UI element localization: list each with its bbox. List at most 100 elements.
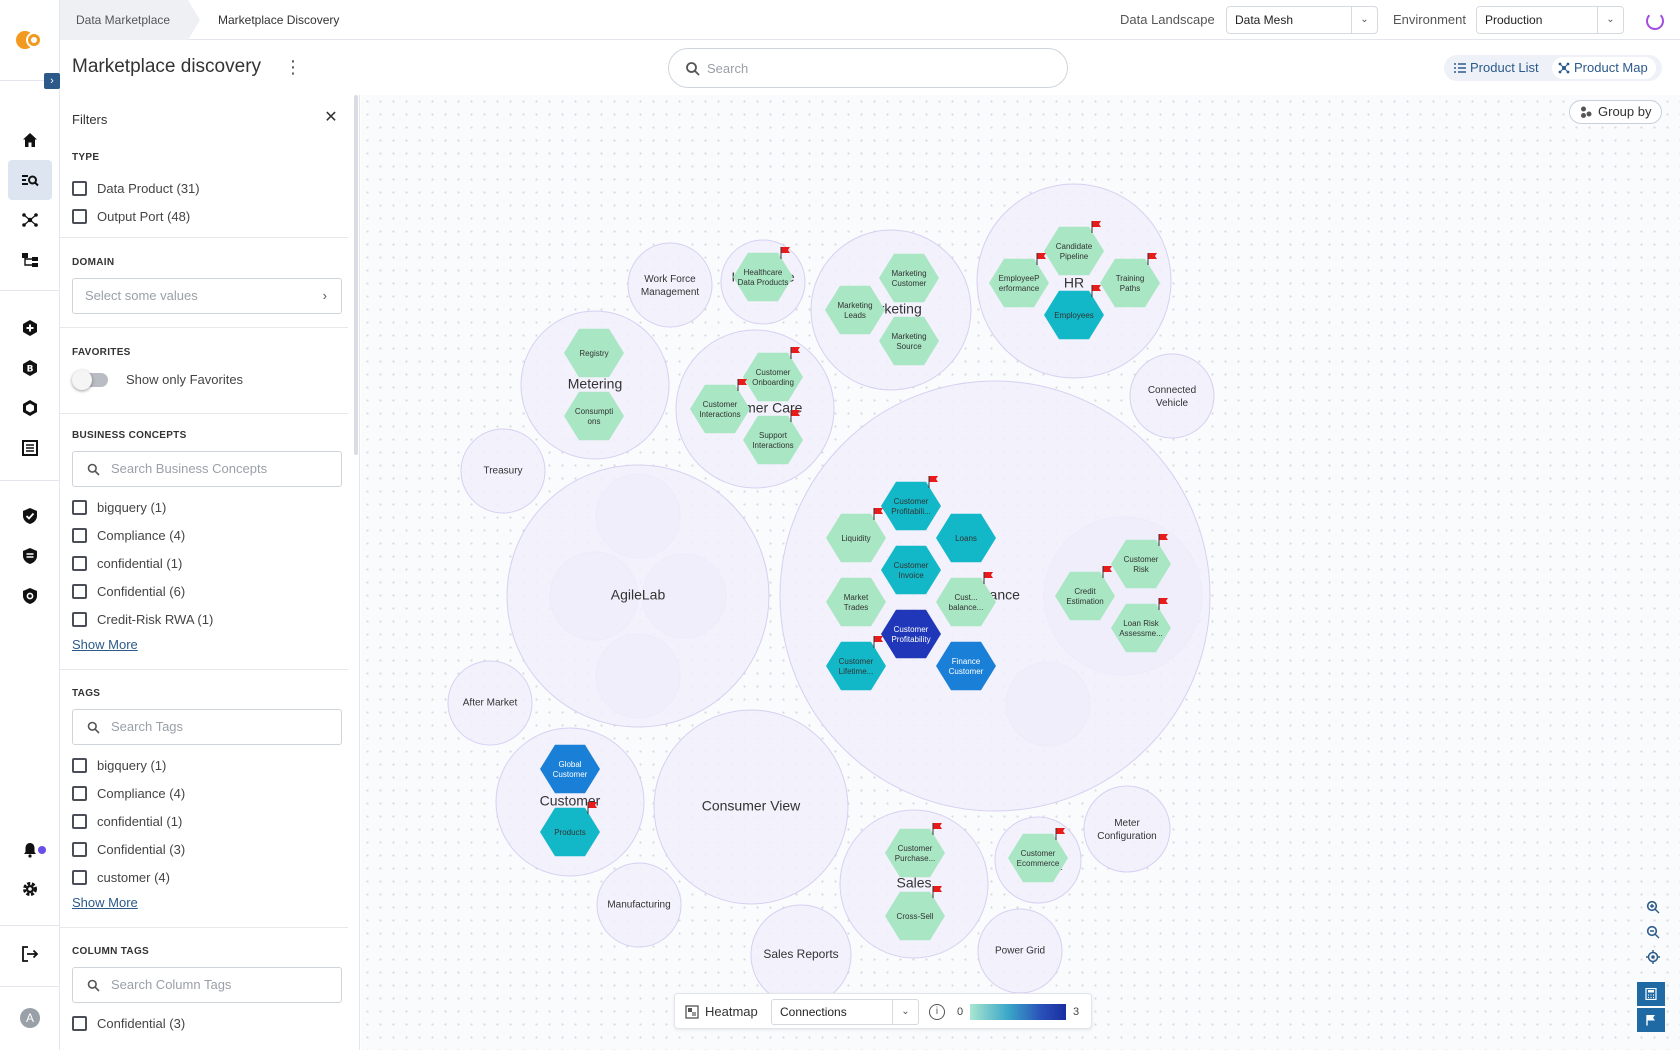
checkbox[interactable] [72,757,87,773]
tag-option[interactable]: Confidential (3) [72,840,185,858]
product-label-line: Profitability [891,635,930,644]
product-label: Employees [1054,311,1094,320]
favorites-heading: FAVORITES [72,347,131,358]
tag-option[interactable]: bigquery (1) [72,756,166,774]
calculator-icon[interactable] [1637,982,1665,1006]
domain-bubble[interactable]: Power Grid [977,908,1063,994]
group-by-button[interactable]: Group by [1569,100,1663,124]
checkbox[interactable] [72,1015,87,1031]
info-icon[interactable]: i [929,1004,945,1020]
marketplace-icon[interactable] [8,160,52,200]
filters-scrollbar[interactable] [354,95,358,455]
domain-bubble[interactable]: Connected Vehicle [1129,353,1215,439]
option-label: Confidential (3) [97,1015,186,1031]
lineage-icon[interactable] [8,240,52,280]
domain-label: Sales Reports [763,947,838,961]
governance-shield-icon[interactable] [8,496,52,536]
app-logo[interactable] [14,28,46,52]
domain-bubble[interactable]: Work Force Management [627,242,713,328]
close-filters-icon[interactable]: ✕ [324,110,338,126]
checkbox[interactable] [72,841,87,857]
recenter-icon[interactable] [1641,945,1665,969]
more-options-icon[interactable]: ⋮ [284,57,302,77]
checkbox[interactable] [72,813,87,829]
product-map-canvas[interactable]: Work Force Management Healthcare Marketing H… [361,95,1680,1050]
landscape-select[interactable]: Data Mesh ⌄ [1226,6,1378,34]
settings-gear-icon[interactable] [8,869,52,909]
home-icon[interactable] [8,120,52,160]
graph-icon[interactable] [8,200,52,240]
type-option[interactable]: Data Product (31) [72,179,200,197]
domain-heading: DOMAIN [72,257,115,268]
tag-option[interactable]: confidential (1) [72,812,182,830]
notifications-bell-icon[interactable] [8,830,52,870]
business-concept-option[interactable]: confidential (1) [72,554,182,572]
checkbox[interactable] [72,785,87,801]
flag-icon[interactable] [1637,1008,1665,1032]
logout-icon[interactable] [8,934,52,974]
checkbox[interactable] [72,583,87,599]
checkbox[interactable] [72,555,87,571]
checkbox[interactable] [72,499,87,515]
column-tags-search[interactable]: Search Column Tags [72,967,342,1003]
loading-spinner-icon [1646,12,1664,30]
tags-show-more[interactable]: Show More [72,895,138,910]
column-tag-option[interactable]: Confidential (3) [72,1014,185,1032]
create-icon[interactable] [8,308,52,348]
user-avatar[interactable]: A [20,1008,40,1028]
security-shield-icon[interactable] [8,576,52,616]
deploy-icon[interactable] [8,388,52,428]
builder-icon[interactable]: B [8,348,52,388]
business-concept-option[interactable]: Credit-Risk RWA (1) [72,610,213,628]
domain-label: AgileLab [611,587,666,603]
tags-search[interactable]: Search Tags [72,709,342,745]
product-label-line: Profitabili... [891,507,931,516]
zoom-in-icon[interactable] [1641,895,1665,919]
catalog-icon[interactable] [8,428,52,468]
heatmap-metric-select[interactable]: Connections ⌄ [771,999,919,1025]
option-label: Output Port (48) [97,208,191,224]
business-concept-option[interactable]: Compliance (4) [72,526,185,544]
business-concept-option[interactable]: Confidential (6) [72,582,185,600]
domain-bubble[interactable]: Consumer View [653,709,849,905]
product-label-line: Leads [844,311,866,320]
checkbox[interactable] [72,527,87,543]
domain-label-line: Management [641,287,700,298]
domain-bubble[interactable]: Sales Reports [750,904,852,1006]
domain-circle[interactable] [1129,353,1215,439]
product-map-button[interactable]: Product Map [1552,57,1656,79]
zoom-out-icon[interactable] [1641,920,1665,944]
domain-bubble[interactable]: Meter Configuration [1083,785,1171,873]
domain-bubble[interactable]: AgileLab [506,464,770,728]
environment-select[interactable]: Production ⌄ [1476,6,1624,34]
product-label: Customer Interactions [699,400,740,419]
search-input[interactable] [707,57,1047,79]
breadcrumb-parent[interactable]: Data Marketplace [60,0,200,40]
business-concept-option[interactable]: bigquery (1) [72,498,166,516]
domain-bubble[interactable]: After Market [447,660,533,746]
checkbox[interactable] [72,208,87,224]
product-label-line: balance... [949,603,984,612]
product-label-line: Customer [839,657,874,666]
tag-option[interactable]: customer (4) [72,868,170,886]
policy-shield-icon[interactable] [8,536,52,576]
domain-bubble-map[interactable]: Work Force Management Healthcare Marketing H… [361,95,1680,1050]
business-concepts-search[interactable]: Search Business Concepts [72,451,342,487]
divider [60,927,348,928]
domain-circle[interactable] [627,242,713,328]
domain-bubble[interactable]: Treasury [460,428,546,514]
favorites-toggle[interactable] [72,370,108,390]
domain-circle[interactable] [1083,785,1171,873]
tag-option[interactable]: Compliance (4) [72,784,185,802]
domain-bubble[interactable]: Manufacturing [596,862,682,948]
expand-rail-button[interactable]: › [44,73,60,89]
product-label-line: Ecommerce [1017,859,1060,868]
type-option[interactable]: Output Port (48) [72,207,190,225]
product-list-button[interactable]: Product List [1448,57,1547,79]
checkbox[interactable] [72,869,87,885]
checkbox[interactable] [72,611,87,627]
product-label-line: Lifetime... [839,667,874,676]
checkbox[interactable] [72,180,87,196]
domain-select[interactable]: Select some values › [72,278,342,314]
business-concepts-show-more[interactable]: Show More [72,637,138,652]
